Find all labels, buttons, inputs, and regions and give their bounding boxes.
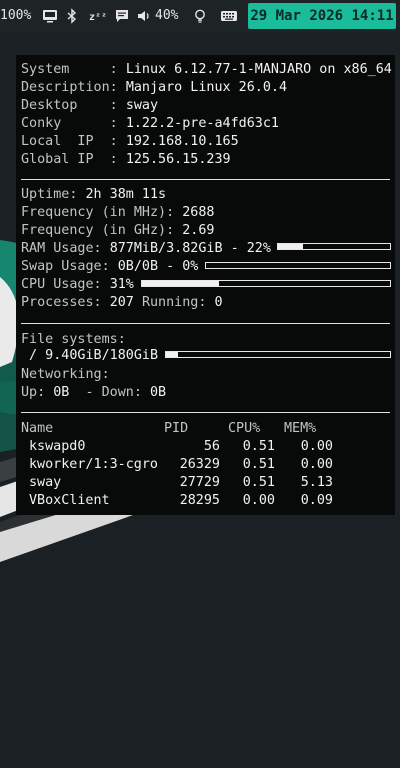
swap-row: Swap Usage: 0B/0B - 0% bbox=[21, 258, 198, 276]
process-pid: 26329 bbox=[179, 457, 220, 472]
divider bbox=[21, 412, 390, 413]
divider bbox=[21, 179, 390, 180]
filesystem-root-row: / 9.40GiB/180GiB bbox=[21, 347, 158, 365]
table-header-name: Name bbox=[21, 421, 54, 436]
description-label: Description: bbox=[21, 80, 126, 95]
monitor-icon[interactable] bbox=[42, 8, 58, 24]
cpu-row: CPU Usage: 31% bbox=[21, 276, 134, 294]
down-value: 0B bbox=[150, 385, 167, 400]
conky-version-row: Conky : 1.22.2-pre-a4fd63c1 bbox=[21, 115, 279, 133]
local-ip-row: Local IP : 192.168.10.165 bbox=[21, 133, 239, 151]
conky-panel: System : Linux 6.12.77-1-MANJARO on x86_… bbox=[16, 55, 395, 515]
global-ip-value: 125.56.15.239 bbox=[125, 152, 231, 167]
network-row: Up: 0B - Down: 0B bbox=[21, 384, 166, 402]
process-cpu: 0.51 bbox=[242, 457, 275, 472]
bluetooth-icon[interactable] bbox=[64, 8, 80, 24]
up-label: Up: bbox=[21, 385, 54, 400]
global-ip-row: Global IP : 125.56.15.239 bbox=[21, 151, 231, 169]
conky-version-value: 1.22.2-pre-a4fd63c1 bbox=[125, 116, 279, 131]
filesystem-usage-fill bbox=[166, 352, 178, 357]
desktop-row: Desktop : sway bbox=[21, 97, 158, 115]
freq-mhz-value: 2688 bbox=[182, 205, 215, 220]
filesystem-root-value: / 9.40GiB/180GiB bbox=[21, 348, 159, 363]
networking-label: Networking: bbox=[21, 367, 110, 382]
cpu-label: CPU Usage: bbox=[21, 277, 110, 292]
keyboard-icon[interactable] bbox=[220, 8, 238, 24]
notification-icon[interactable] bbox=[114, 8, 130, 24]
filesystems-label: File systems: bbox=[21, 332, 126, 347]
freq-mhz-label: Frequency (in MHz): bbox=[21, 205, 183, 220]
conky-version-label: Conky : bbox=[21, 116, 126, 131]
running-label: Running: bbox=[141, 295, 215, 310]
process-name: VBoxClient bbox=[29, 493, 110, 508]
lightbulb-icon[interactable] bbox=[192, 8, 208, 24]
process-cpu: 0.51 bbox=[242, 475, 275, 490]
processes-value: 207 bbox=[109, 295, 134, 310]
table-header-pid: PID bbox=[164, 421, 189, 436]
system-label: System : bbox=[21, 62, 126, 77]
table-header-mem: MEM% bbox=[284, 421, 317, 436]
process-name: kworker/1:3-cgro bbox=[29, 457, 158, 472]
process-mem: 0.00 bbox=[300, 457, 333, 472]
process-cpu: 0.51 bbox=[242, 439, 275, 454]
ram-usage-bar bbox=[277, 243, 391, 250]
swap-value: 0B/0B - 0% bbox=[117, 259, 199, 274]
volume-icon[interactable] bbox=[136, 8, 152, 24]
process-pid: 28295 bbox=[179, 493, 220, 508]
sleep-icon[interactable]: zᶻᶻ bbox=[89, 10, 107, 26]
battery-percent: 100% bbox=[0, 8, 32, 23]
cpu-usage-fill bbox=[142, 281, 219, 286]
local-ip-value: 192.168.10.165 bbox=[125, 134, 239, 149]
desktop-label: Desktop : bbox=[21, 98, 126, 113]
cpu-usage-bar bbox=[141, 280, 391, 287]
process-pid: 27729 bbox=[179, 475, 220, 490]
freq-mhz-row: Frequency (in MHz): 2688 bbox=[21, 204, 215, 222]
ram-label: RAM Usage: bbox=[21, 241, 110, 256]
process-name: kswapd0 bbox=[29, 439, 86, 454]
divider bbox=[21, 323, 390, 324]
local-ip-label: Local IP : bbox=[21, 134, 126, 149]
system-row: System : Linux 6.12.77-1-MANJARO on x86_… bbox=[21, 61, 392, 79]
volume-percent: 40% bbox=[155, 8, 179, 23]
swap-usage-bar bbox=[205, 262, 391, 269]
clock[interactable]: 29 Mar 2026 14:11 bbox=[248, 3, 396, 29]
down-label: - Down: bbox=[69, 385, 150, 400]
freq-ghz-value: 2.69 bbox=[182, 223, 215, 238]
freq-ghz-label: Frequency (in GHz): bbox=[21, 223, 183, 238]
cpu-value: 31% bbox=[109, 277, 134, 292]
description-value: Manjaro Linux 26.0.4 bbox=[125, 80, 288, 95]
description-row: Description: Manjaro Linux 26.0.4 bbox=[21, 79, 287, 97]
processes-sep bbox=[134, 295, 142, 310]
uptime-value: 2h 38m 11s bbox=[85, 187, 167, 202]
process-name: sway bbox=[29, 475, 62, 490]
system-value: Linux 6.12.77-1-MANJARO on x86_64 bbox=[125, 62, 392, 77]
status-bar: 100% zᶻᶻ 40% 29 Mar 2026 14:11 bbox=[0, 0, 400, 32]
process-cpu: 0.00 bbox=[242, 493, 275, 508]
table-header-cpu: CPU% bbox=[228, 421, 261, 436]
up-value: 0B bbox=[53, 385, 70, 400]
process-pid: 56 bbox=[203, 439, 220, 454]
process-mem: 5.13 bbox=[300, 475, 333, 490]
ram-value: 877MiB/3.82GiB - 22% bbox=[109, 241, 271, 256]
ram-row: RAM Usage: 877MiB/3.82GiB - 22% bbox=[21, 240, 271, 258]
uptime-label: Uptime: bbox=[21, 187, 86, 202]
networking-heading: Networking: bbox=[21, 366, 110, 384]
uptime-row: Uptime: 2h 38m 11s bbox=[21, 186, 166, 204]
desktop-value: sway bbox=[125, 98, 159, 113]
global-ip-label: Global IP : bbox=[21, 152, 126, 167]
running-value: 0 bbox=[214, 295, 223, 310]
freq-ghz-row: Frequency (in GHz): 2.69 bbox=[21, 222, 215, 240]
process-mem: 0.09 bbox=[300, 493, 333, 508]
swap-label: Swap Usage: bbox=[21, 259, 118, 274]
filesystem-usage-bar bbox=[165, 351, 391, 358]
ram-usage-fill bbox=[278, 244, 303, 249]
processes-label: Processes: bbox=[21, 295, 110, 310]
clock-text: 29 Mar 2026 14:11 bbox=[250, 8, 394, 24]
process-mem: 0.00 bbox=[300, 439, 333, 454]
processes-row: Processes: 207 Running: 0 bbox=[21, 294, 223, 312]
